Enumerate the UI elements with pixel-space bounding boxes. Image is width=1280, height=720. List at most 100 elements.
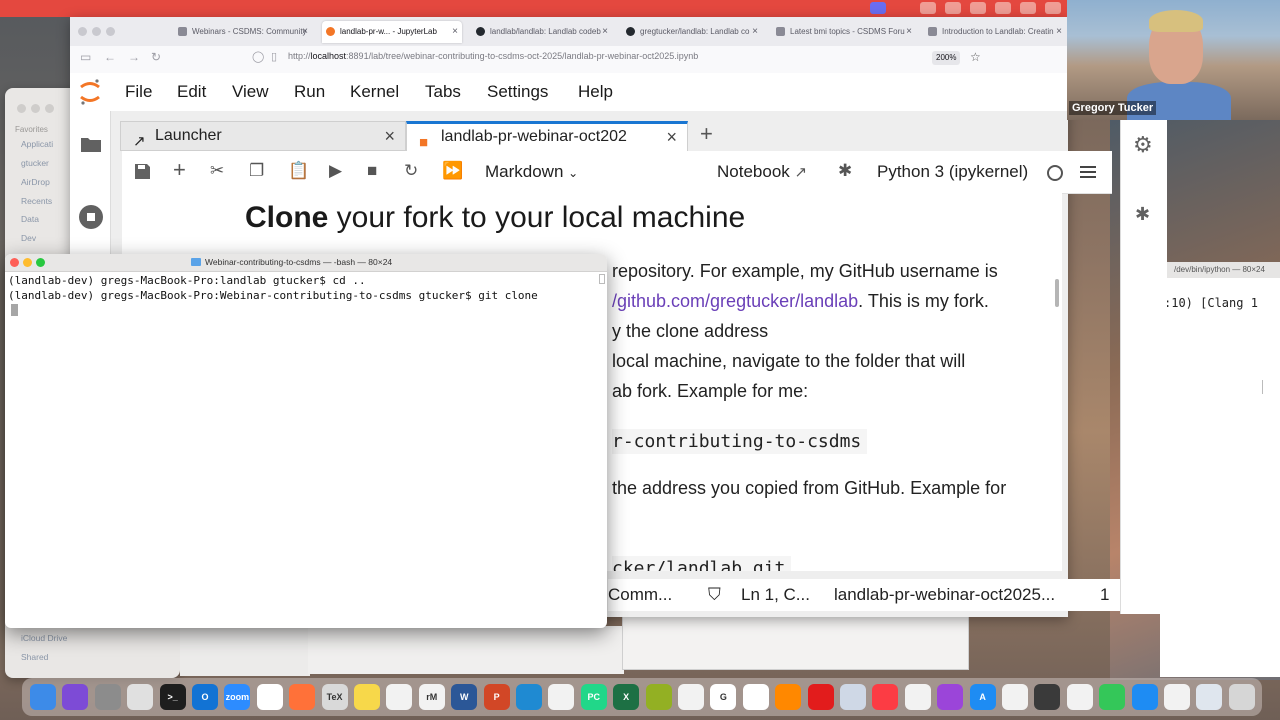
url-bar[interactable]: http://localhost:8891/lab/tree/webinar-c… bbox=[288, 51, 698, 61]
debugger-bug-icon[interactable]: ✱ bbox=[838, 161, 852, 181]
preview-icon[interactable] bbox=[840, 684, 866, 710]
close-icon[interactable]: × bbox=[384, 122, 395, 150]
firefox-icon[interactable] bbox=[289, 684, 316, 710]
time-machine-icon[interactable] bbox=[1034, 684, 1061, 710]
close-icon[interactable]: × bbox=[302, 21, 308, 43]
finder-item[interactable]: Data bbox=[21, 214, 39, 224]
document-3-icon[interactable] bbox=[1196, 684, 1223, 710]
finder-item[interactable]: Recents bbox=[21, 196, 52, 206]
sidebar-toggle-icon[interactable]: ▭ bbox=[80, 50, 91, 64]
restart-kernel-icon[interactable]: ↻ bbox=[404, 161, 418, 181]
browser-tab[interactable]: landlab/landlab: Landlab codeb × bbox=[472, 21, 612, 43]
window-minimize-button[interactable] bbox=[92, 27, 101, 36]
terminal-title-bar[interactable]: Webinar-contributing-to-csdms — -bash — … bbox=[5, 254, 607, 272]
notebook-scrollbar[interactable] bbox=[1055, 279, 1059, 307]
finder-item[interactable]: Shared bbox=[21, 652, 48, 662]
trash-icon[interactable] bbox=[1228, 684, 1255, 710]
menu-kernel[interactable]: Kernel bbox=[350, 82, 399, 102]
close-icon[interactable]: × bbox=[1056, 21, 1062, 43]
terminal-icon[interactable]: >_ bbox=[159, 684, 186, 710]
word-icon[interactable]: W bbox=[451, 684, 478, 710]
finder-window-controls[interactable] bbox=[17, 100, 59, 118]
status-cursor-position[interactable]: Ln 1, C... bbox=[741, 585, 810, 605]
finder-item[interactable]: Applicati bbox=[21, 139, 53, 149]
finder-item[interactable]: Dev bbox=[21, 233, 36, 243]
garageband-icon[interactable] bbox=[904, 684, 931, 710]
tray-icon[interactable] bbox=[945, 2, 961, 14]
terminal-minimize-button[interactable] bbox=[23, 258, 32, 267]
terminal-window[interactable]: Webinar-contributing-to-csdms — -bash — … bbox=[5, 254, 607, 628]
bookmark-star-icon[interactable]: ☆ bbox=[970, 50, 981, 64]
slack-icon[interactable] bbox=[256, 684, 283, 710]
qgis-icon[interactable] bbox=[645, 684, 672, 710]
powerpoint-icon[interactable]: P bbox=[483, 684, 510, 710]
run-cell-icon[interactable]: ▶ bbox=[329, 161, 342, 181]
close-icon[interactable]: × bbox=[666, 124, 677, 150]
menu-help[interactable]: Help bbox=[578, 82, 613, 102]
insert-cell-plus-icon[interactable]: + bbox=[173, 157, 186, 183]
shield-check-icon[interactable]: ⛉ bbox=[708, 585, 721, 605]
tray-icon[interactable] bbox=[1020, 2, 1036, 14]
document-1-icon[interactable] bbox=[1066, 684, 1093, 710]
finder-item[interactable]: gtucker bbox=[21, 158, 49, 168]
menu-tabs[interactable]: Tabs bbox=[425, 82, 461, 102]
github-desktop-icon[interactable] bbox=[678, 684, 704, 710]
system-settings-icon[interactable] bbox=[94, 684, 121, 710]
save-icon[interactable] bbox=[134, 163, 151, 180]
jupyter-logo-icon[interactable] bbox=[78, 78, 102, 106]
tray-icon[interactable] bbox=[1045, 2, 1061, 14]
run-all-icon[interactable]: ⏩ bbox=[442, 161, 463, 181]
browser-tab[interactable]: Introduction to Landlab: Creatin × bbox=[924, 21, 1066, 43]
status-mode[interactable]: Comm... bbox=[608, 585, 672, 605]
terminal-scrollbar[interactable] bbox=[599, 274, 605, 284]
cell-type-select[interactable]: Markdown ⌄ bbox=[485, 162, 578, 182]
folder-icon[interactable] bbox=[80, 135, 102, 153]
close-icon[interactable]: × bbox=[752, 21, 758, 43]
remarkable-icon[interactable]: rM bbox=[418, 684, 445, 710]
inkscape-icon[interactable] bbox=[548, 684, 575, 710]
acrobat-icon[interactable] bbox=[807, 684, 834, 710]
messages-icon[interactable] bbox=[1099, 684, 1126, 710]
tray-icon[interactable] bbox=[920, 2, 936, 14]
menu-edit[interactable]: Edit bbox=[177, 82, 206, 102]
launchpad-icon[interactable] bbox=[127, 684, 154, 710]
page-info-icon[interactable]: ▯ bbox=[271, 50, 277, 63]
siri-icon[interactable] bbox=[62, 684, 89, 710]
window-zoom-button[interactable] bbox=[106, 27, 115, 36]
reload-icon[interactable]: ↻ bbox=[151, 50, 161, 64]
close-icon[interactable]: × bbox=[452, 21, 458, 43]
music-icon[interactable] bbox=[872, 684, 899, 710]
document-2-icon[interactable] bbox=[1164, 684, 1190, 710]
menu-file[interactable]: File bbox=[125, 82, 152, 102]
window-close-button[interactable] bbox=[78, 27, 87, 36]
freeform-icon[interactable] bbox=[1002, 684, 1028, 710]
terminal-zoom-button[interactable] bbox=[36, 258, 45, 267]
tex-icon[interactable]: TeX bbox=[321, 684, 348, 710]
back-icon[interactable]: ← bbox=[104, 50, 116, 64]
app-store-icon[interactable]: A bbox=[969, 684, 996, 710]
vlc-icon[interactable] bbox=[775, 684, 802, 710]
running-kernels-icon[interactable] bbox=[78, 204, 104, 230]
matlab-icon[interactable] bbox=[742, 684, 769, 710]
close-icon[interactable]: × bbox=[602, 21, 608, 43]
browser-tab[interactable]: gregtucker/landlab: Landlab co × bbox=[622, 21, 762, 43]
mail-icon[interactable] bbox=[1131, 684, 1158, 710]
paste-icon[interactable]: 📋 bbox=[288, 161, 309, 181]
excel-icon[interactable]: X bbox=[613, 684, 640, 710]
new-tab-plus-icon[interactable]: + bbox=[700, 121, 713, 147]
menu-hamburger-icon[interactable] bbox=[1080, 163, 1096, 181]
forward-icon[interactable]: → bbox=[128, 50, 140, 64]
terminal-close-button[interactable] bbox=[10, 258, 19, 267]
notes-icon[interactable] bbox=[354, 684, 380, 710]
finder-item[interactable]: iCloud Drive bbox=[21, 633, 67, 643]
scrollbar[interactable] bbox=[1262, 380, 1267, 394]
finder-icon[interactable] bbox=[30, 684, 56, 710]
debugger-bug-icon[interactable]: ✱ bbox=[1135, 204, 1150, 225]
browser-tab[interactable]: Latest bmi topics - CSDMS Foru × bbox=[772, 21, 916, 43]
zoom-icon[interactable]: zoom bbox=[224, 684, 251, 710]
tab-launcher[interactable]: ↗ Launcher × bbox=[120, 121, 406, 151]
share-indicator-icon[interactable] bbox=[870, 2, 886, 14]
stop-kernel-icon[interactable]: ■ bbox=[367, 161, 377, 181]
fork-link[interactable]: /github.com/gregtucker/landlab bbox=[612, 291, 858, 311]
zoom-level-badge[interactable]: 200% bbox=[932, 51, 961, 65]
